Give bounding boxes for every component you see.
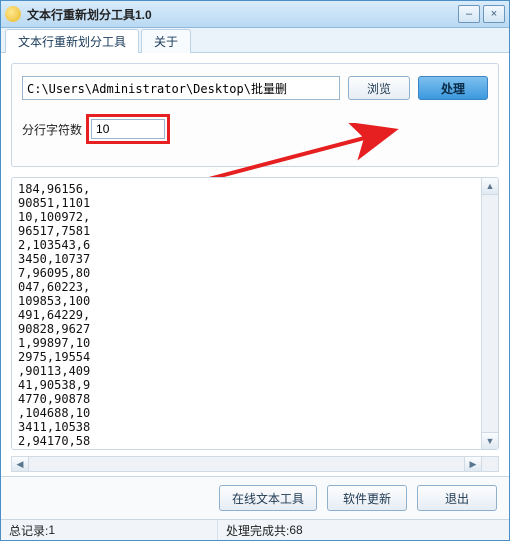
horizontal-scrollbar[interactable]: ◀ ▶ <box>11 456 482 472</box>
software-update-button[interactable]: 软件更新 <box>327 485 407 511</box>
tabs: 文本行重新划分工具 关于 <box>1 28 509 53</box>
tab-about[interactable]: 关于 <box>141 29 191 53</box>
process-button[interactable]: 处理 <box>418 76 488 100</box>
horizontal-scroll-row: ◀ ▶ <box>11 456 499 472</box>
status-bar: 总记录:1 处理完成共:68 <box>1 519 509 540</box>
window-title: 文本行重新划分工具1.0 <box>27 6 458 23</box>
output-textarea[interactable]: 184,96156, 90851,1101 10,100972, 96517,7… <box>12 178 481 449</box>
close-button[interactable]: × <box>483 5 505 23</box>
status-done-value: 68 <box>289 523 302 537</box>
bottom-button-bar: 在线文本工具 软件更新 退出 <box>1 476 509 519</box>
status-records-label: 总记录: <box>9 522 48 539</box>
highlight-box <box>86 114 170 144</box>
status-records: 总记录:1 <box>1 520 218 540</box>
minimize-button[interactable]: – <box>458 5 480 23</box>
status-records-value: 1 <box>48 523 55 537</box>
chars-per-line-input[interactable] <box>91 119 165 139</box>
scroll-right-icon[interactable]: ▶ <box>464 457 481 471</box>
titlebar: 文本行重新划分工具1.0 – × <box>1 1 509 28</box>
window-controls: – × <box>458 5 505 23</box>
chars-per-line-label: 分行字符数 <box>22 121 82 138</box>
exit-button[interactable]: 退出 <box>417 485 497 511</box>
tab-main[interactable]: 文本行重新划分工具 <box>5 29 139 53</box>
scroll-up-icon[interactable]: ▲ <box>482 178 498 195</box>
input-panel: 浏览 处理 分行字符数 <box>11 63 499 167</box>
scrollbar-corner <box>482 456 499 472</box>
file-path-input[interactable] <box>22 76 340 100</box>
scroll-down-icon[interactable]: ▼ <box>482 432 498 449</box>
app-icon <box>5 6 21 22</box>
vertical-scrollbar[interactable]: ▲ ▼ <box>481 178 498 449</box>
content-area: 浏览 处理 分行字符数 184,96156, 90851,1101 10,100… <box>1 53 509 519</box>
online-tools-button[interactable]: 在线文本工具 <box>219 485 317 511</box>
status-done: 处理完成共:68 <box>218 520 311 540</box>
status-done-label: 处理完成共: <box>226 522 289 539</box>
output-panel: 184,96156, 90851,1101 10,100972, 96517,7… <box>11 177 499 450</box>
browse-button[interactable]: 浏览 <box>348 76 410 100</box>
app-window: 文本行重新划分工具1.0 – × 文本行重新划分工具 关于 浏览 处理 分行字符… <box>0 0 510 541</box>
scroll-left-icon[interactable]: ◀ <box>12 457 29 471</box>
